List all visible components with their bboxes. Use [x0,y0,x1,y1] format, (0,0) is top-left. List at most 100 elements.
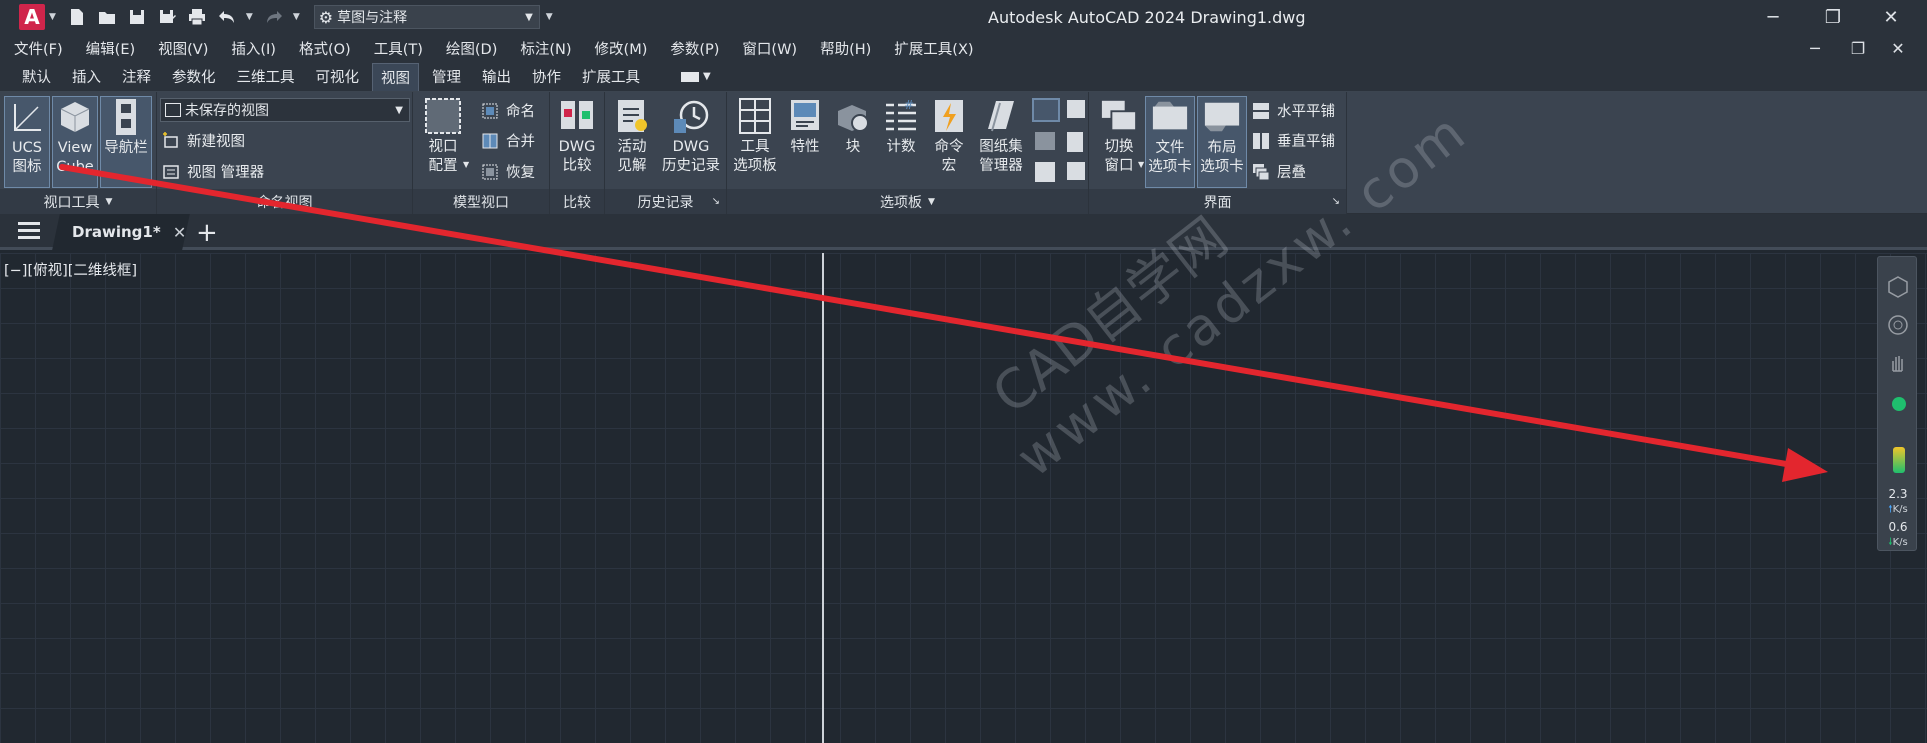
tab-manage[interactable]: 管理 [424,63,469,91]
dwg-compare-icon [558,96,596,136]
redo-icon[interactable] [263,6,285,28]
chevron-down-icon: ▼ [395,104,403,116]
upload-speed-unit: 🠕K/s [1888,504,1908,515]
navigation-bar-button[interactable]: 导航栏 [100,96,152,188]
join-viewports-button[interactable]: 合并 [480,130,535,151]
menu-parametric[interactable]: 参数(P) [670,38,719,59]
save-as-icon[interactable] [156,6,178,28]
new-file-icon[interactable] [66,6,88,28]
steering-wheel-icon[interactable] [1886,313,1910,337]
dwg-history-button[interactable]: DWG 历史记录 [659,96,723,176]
chevron-down-icon[interactable]: ▼ [1138,160,1144,169]
menu-view[interactable]: 视图(V) [158,38,208,59]
viewport-config-button[interactable]: 视口 配置 [419,96,467,176]
close-tab-icon[interactable]: ✕ [173,223,186,242]
tab-output[interactable]: 输出 [474,63,519,91]
tab-parametric[interactable]: 参数化 [164,63,224,91]
clipboard-icon[interactable] [1067,162,1085,180]
calculator-icon[interactable] [1067,132,1083,152]
command-macro-button[interactable]: 命令 宏 [927,96,971,176]
tab-collaborate[interactable]: 协作 [524,63,569,91]
cascade-button[interactable]: 层叠 [1251,161,1306,182]
restore-button[interactable]: ❐ [1818,4,1848,30]
tile-vertical-button[interactable]: 垂直平铺 [1251,130,1335,151]
tab-visualize[interactable]: 可视化 [308,63,368,91]
viewcube-nav-icon[interactable] [1886,275,1910,299]
name-viewport-button[interactable]: 命名 [480,100,535,121]
tab-view[interactable]: 视图 [372,62,419,91]
doc-restore-button[interactable]: ❐ [1845,36,1871,60]
ribbon-display-toggle[interactable]: ▼ [681,67,715,87]
tile-horizontal-button[interactable]: 水平平铺 [1251,100,1335,121]
save-icon[interactable] [126,6,148,28]
markup-set-icon[interactable] [1067,100,1085,118]
menu-express-tools[interactable]: 扩展工具(X) [894,38,973,59]
menu-edit[interactable]: 编辑(E) [86,38,135,59]
tab-3d-tools[interactable]: 三维工具 [229,63,303,91]
menu-format[interactable]: 格式(O) [299,38,351,59]
block-button[interactable]: 块 [831,96,875,157]
menu-help[interactable]: 帮助(H) [820,38,871,59]
menu-window[interactable]: 窗口(W) [742,38,797,59]
layout-tabs-toggle-button[interactable]: 布局 选项卡 [1197,96,1247,188]
menu-dimension[interactable]: 标注(N) [520,38,571,59]
panel-title-viewport-tools[interactable]: 视口工具 ▼ [0,189,156,214]
dialog-launcher-icon[interactable]: ↘ [1332,196,1340,207]
open-folder-icon[interactable] [96,6,118,28]
panel-title-model-viewports: 模型视口 [413,189,549,214]
new-tab-button[interactable]: + [196,218,218,248]
activity-insights-button[interactable]: 活动 见解 [609,96,655,176]
switch-window-button[interactable]: 切换 窗口 [1095,96,1143,176]
sheet-set-manager-button[interactable]: 图纸集 管理器 [975,96,1027,176]
dwg-compare-button[interactable]: DWG 比较 [554,96,600,176]
switch-window-icon [1100,96,1138,136]
svg-text:#: # [904,98,914,112]
file-tab-drawing1[interactable]: Drawing1* ✕ [52,214,190,250]
tab-insert[interactable]: 插入 [64,63,109,91]
file-tabs-toggle-button[interactable]: 文件 选项卡 [1145,96,1195,188]
autocad-logo-button[interactable]: A [19,4,45,30]
panel-title-palettes[interactable]: 选项板 ▼ [727,189,1088,214]
gear-icon: ⚙ [318,7,334,27]
command-line-palette-icon[interactable] [1032,98,1060,122]
pan-hand-icon[interactable] [1886,351,1910,375]
chevron-down-icon[interactable]: ▼ [463,160,469,169]
design-center-icon[interactable] [1035,132,1055,150]
dialog-launcher-icon[interactable]: ↘ [712,196,720,207]
close-button[interactable]: ✕ [1876,4,1906,30]
undo-dropdown-chevron-icon[interactable]: ▼ [246,12,253,22]
minimize-button[interactable]: ─ [1758,4,1788,30]
block-icon [834,96,872,136]
new-view-button[interactable]: 新建视图 [161,130,245,151]
doc-minimize-button[interactable]: ─ [1802,36,1828,60]
named-view-select[interactable]: 未保存的视图 ▼ [160,98,410,122]
workspace-select[interactable]: ⚙ 草图与注释 ▼ [313,5,540,29]
redo-dropdown-chevron-icon[interactable]: ▼ [293,12,300,22]
print-icon[interactable] [186,6,208,28]
menu-modify[interactable]: 修改(M) [595,38,648,59]
properties-button[interactable]: 特性 [783,96,827,157]
viewport-controls-label[interactable]: [−][俯视][二维线框] [4,259,137,280]
drawing-area[interactable]: [−][俯视][二维线框] [0,253,1927,743]
ucs-icon-button[interactable]: UCS 图标 [4,96,50,188]
tab-express-tools[interactable]: 扩展工具 [574,63,648,91]
menu-tools[interactable]: 工具(T) [374,38,423,59]
count-button[interactable]: # 计数 [879,96,923,157]
hamburger-menu-icon[interactable] [18,222,40,240]
viewcube-button[interactable]: View Cube [52,96,98,188]
tool-palettes-button[interactable]: 工具 选项板 [731,96,779,176]
menu-insert[interactable]: 插入(I) [231,38,276,59]
undo-icon[interactable] [216,6,238,28]
view-manager-button[interactable]: 视图 管理器 [161,161,264,182]
ribbon-tab-bar: 默认 插入 注释 参数化 三维工具 可视化 视图 管理 输出 协作 扩展工具 ▼ [0,62,1927,92]
restore-viewport-button[interactable]: 恢复 [480,161,535,182]
customize-quick-access-icon[interactable]: ▼ [546,12,553,22]
external-references-icon[interactable] [1035,162,1055,182]
menu-draw[interactable]: 绘图(D) [446,38,497,59]
app-menu-chevron-icon[interactable]: ▼ [49,12,56,22]
tab-default[interactable]: 默认 [14,63,59,91]
doc-close-button[interactable]: ✕ [1885,36,1911,60]
ribbon-minimize-icon [681,71,699,82]
tab-annotate[interactable]: 注释 [114,63,159,91]
menu-file[interactable]: 文件(F) [14,38,63,59]
